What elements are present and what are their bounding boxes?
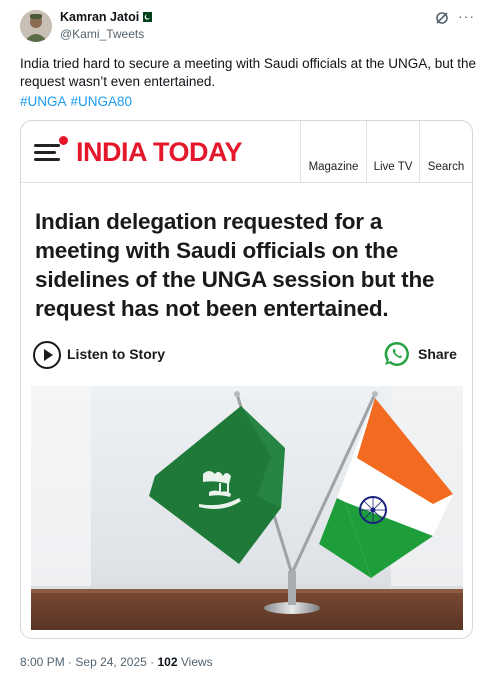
- tweet-time[interactable]: 8:00 PM: [20, 655, 65, 669]
- article-header: INDIA TODAY Magazine Live TV Search: [21, 121, 472, 183]
- tweet-text: India tried hard to secure a meeting wit…: [20, 56, 477, 89]
- nav-tab-live-tv[interactable]: Live TV: [366, 121, 419, 182]
- article-headline: Indian delegation requested for a meetin…: [35, 209, 435, 321]
- tweet-date[interactable]: Sep 24, 2025: [75, 655, 146, 669]
- nav-tab-search[interactable]: Search: [419, 121, 472, 182]
- avatar[interactable]: [20, 10, 52, 42]
- more-icon[interactable]: ···: [458, 9, 474, 24]
- tweet: Kamran Jatoi @Kami_Tweets ··· India trie…: [0, 0, 489, 675]
- grok-icon[interactable]: [435, 11, 449, 25]
- media-card[interactable]: INDIA TODAY Magazine Live TV Search Indi…: [20, 120, 473, 639]
- meta-separator: ·: [150, 655, 155, 669]
- article-photo: [31, 386, 463, 630]
- listen-to-story-button[interactable]: Listen to Story: [67, 346, 165, 362]
- play-icon[interactable]: [33, 341, 61, 369]
- whatsapp-icon[interactable]: [383, 340, 411, 368]
- nav-tab-magazine[interactable]: Magazine: [300, 121, 366, 182]
- hashtags: #UNGA #UNGA80: [20, 93, 136, 111]
- tweet-meta: 8:00 PM · Sep 24, 2025 · 102 Views: [20, 655, 213, 669]
- author-handle[interactable]: @Kami_Tweets: [60, 27, 144, 42]
- hashtag-link[interactable]: #UNGA: [20, 94, 67, 109]
- hamburger-menu-icon[interactable]: [34, 144, 60, 164]
- pakistan-flag-icon: [140, 12, 152, 22]
- action-row: Listen to Story Share: [33, 341, 463, 369]
- meta-separator: ·: [68, 655, 73, 669]
- views-count: 102: [157, 655, 178, 669]
- share-button[interactable]: Share: [418, 346, 457, 362]
- brand-logo: INDIA TODAY: [76, 137, 243, 167]
- author-name[interactable]: Kamran Jatoi: [60, 10, 139, 25]
- hashtag-link[interactable]: #UNGA80: [71, 94, 133, 109]
- views-label: Views: [180, 655, 213, 669]
- brand-dot: [59, 136, 68, 145]
